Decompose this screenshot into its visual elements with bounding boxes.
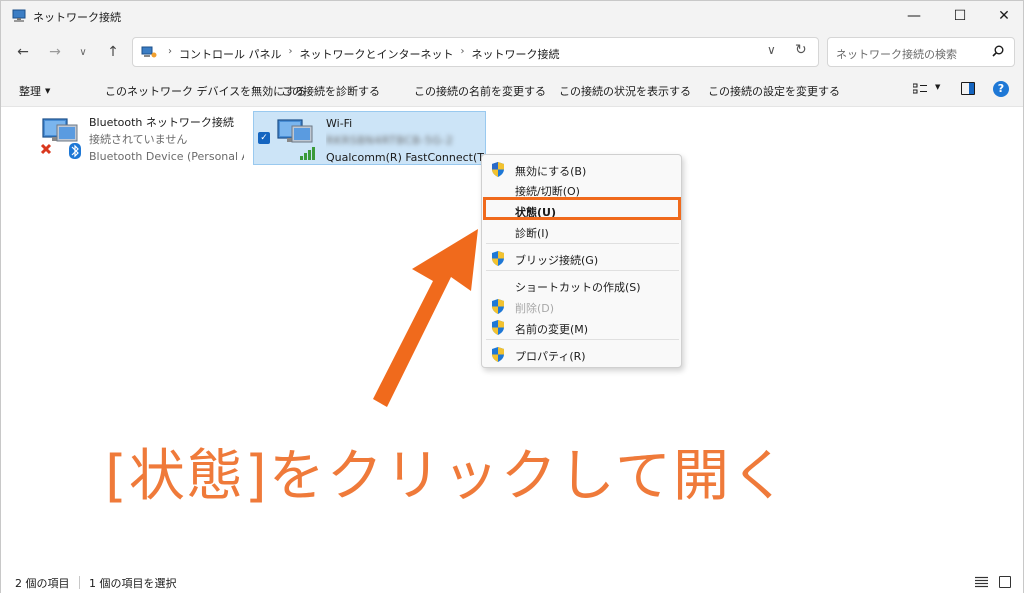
- breadcrumb-network-connections[interactable]: ネットワーク接続: [472, 46, 560, 62]
- context-menu: 無効にする(B) 接続/切断(O) 状態(U) 診断(I) ブリッジ接続(G) …: [481, 154, 682, 368]
- highlight-box: [483, 197, 681, 220]
- control-panel-icon: [141, 46, 157, 58]
- menu-item-disable[interactable]: 無効にする(B): [482, 159, 681, 179]
- command-bar: 整理 ▼ このネットワーク デバイスを無効にする この接続を診断する この接続の名…: [1, 73, 1023, 107]
- up-button[interactable]: ↑: [101, 41, 125, 63]
- connection-text: Bluetooth ネットワーク接続 接続されていません Bluetooth D…: [89, 114, 244, 165]
- title-bar: ネットワーク接続 — ☐ ✕: [1, 1, 1023, 31]
- preview-pane-icon[interactable]: [961, 82, 975, 95]
- connection-status: 接続されていません: [89, 133, 188, 146]
- breadcrumb-control-panel[interactable]: コントロール パネル: [179, 46, 282, 62]
- address-row: ← → ∨ ↑ › コントロール パネル › ネットワークとインターネット › …: [1, 31, 1023, 73]
- minimize-button[interactable]: —: [891, 1, 937, 31]
- organize-label: 整理: [19, 85, 41, 98]
- diagnose-connection-button[interactable]: この接続を診断する: [281, 83, 380, 99]
- uac-shield-icon: [492, 347, 504, 362]
- address-bar[interactable]: › コントロール パネル › ネットワークとインターネット › ネットワーク接続…: [132, 37, 819, 67]
- caret-down-icon[interactable]: ▼: [935, 83, 940, 91]
- organize-button[interactable]: 整理 ▼: [19, 83, 50, 99]
- breadcrumb-separator-icon: ›: [288, 46, 293, 57]
- wifi-adapter-icon: [277, 119, 315, 160]
- uac-shield-icon: [492, 320, 504, 335]
- menu-item-label: 無効にする(B): [515, 165, 587, 178]
- menu-item-properties[interactable]: プロパティ(R): [482, 344, 681, 364]
- forward-button[interactable]: →: [43, 41, 67, 63]
- menu-item-rename[interactable]: 名前の変更(M): [482, 317, 681, 337]
- menu-item-bridge[interactable]: ブリッジ接続(G): [482, 248, 681, 268]
- connection-ssid: RKRSBN4RTBCB-5G-2: [326, 134, 454, 147]
- chevron-down-icon[interactable]: ∨: [767, 43, 776, 57]
- uac-shield-icon: [492, 299, 504, 314]
- close-button[interactable]: ✕: [981, 1, 1024, 31]
- connection-device: Qualcomm(R) FastConnect(T...: [326, 151, 484, 164]
- rename-connection-button[interactable]: この接続の名前を変更する: [414, 83, 546, 99]
- connection-item-bluetooth[interactable]: Bluetooth ネットワーク接続 接続されていません Bluetooth D…: [33, 111, 244, 165]
- search-icon: [992, 45, 1004, 57]
- menu-item-label: ショートカットの作成(S): [515, 281, 641, 294]
- menu-item-label: 削除(D): [515, 302, 555, 315]
- help-icon[interactable]: ?: [993, 81, 1009, 97]
- recent-locations-button[interactable]: ∨: [71, 41, 95, 63]
- status-separator: [79, 576, 80, 589]
- menu-item-create-shortcut[interactable]: ショートカットの作成(S): [482, 275, 681, 295]
- breadcrumb-separator-icon: ›: [460, 46, 465, 57]
- caret-down-icon: ▼: [45, 87, 51, 95]
- uac-shield-icon: [492, 162, 504, 177]
- uac-shield-icon: [492, 251, 504, 266]
- connection-text: Wi-Fi RKRSBN4RTBCB-5G-2 Qualcomm(R) Fast…: [326, 115, 484, 166]
- connection-device: Bluetooth Device (Personal Ar...: [89, 150, 244, 163]
- maximize-button[interactable]: ☐: [937, 1, 983, 31]
- breadcrumb-network-internet[interactable]: ネットワークとインターネット: [300, 46, 454, 62]
- search-input[interactable]: ネットワーク接続の検索: [827, 37, 1015, 67]
- status-bar: 2 個の項目 1 個の項目を選択: [1, 572, 1023, 593]
- menu-item-label: プロパティ(R): [515, 350, 586, 363]
- network-adapter-icon: [40, 118, 81, 159]
- explorer-window: ネットワーク接続 — ☐ ✕ ← → ∨ ↑ › コントロール パネル › ネッ…: [0, 0, 1024, 593]
- item-count: 2 個の項目: [15, 577, 70, 590]
- large-icons-view-icon[interactable]: [999, 576, 1011, 588]
- details-view-icon[interactable]: [975, 576, 988, 588]
- disable-device-button[interactable]: このネットワーク デバイスを無効にする: [105, 83, 306, 99]
- breadcrumb: › コントロール パネル › ネットワークとインターネット › ネットワーク接続: [161, 46, 560, 62]
- annotation-caption: [状態]をクリックして開く: [105, 444, 790, 509]
- menu-item-diagnose[interactable]: 診断(I): [482, 221, 681, 241]
- back-button[interactable]: ←: [11, 41, 35, 63]
- window-title: ネットワーク接続: [33, 11, 121, 24]
- breadcrumb-separator-icon: ›: [168, 46, 172, 57]
- menu-separator: [486, 339, 679, 340]
- menu-separator: [486, 243, 679, 244]
- menu-item-label: 診断(I): [515, 227, 549, 240]
- menu-separator: [486, 270, 679, 271]
- menu-item-delete[interactable]: 削除(D): [482, 296, 681, 316]
- checkbox-checked-icon[interactable]: ✓: [258, 132, 270, 144]
- refresh-icon[interactable]: ↻: [795, 42, 807, 58]
- search-placeholder: ネットワーク接続の検索: [836, 48, 957, 61]
- view-status-button[interactable]: この接続の状況を表示する: [559, 83, 691, 99]
- connection-name: Wi-Fi: [326, 117, 353, 130]
- change-settings-button[interactable]: この接続の設定を変更する: [708, 83, 840, 99]
- network-connections-icon: [12, 9, 26, 22]
- connection-name: Bluetooth ネットワーク接続: [89, 116, 234, 129]
- menu-item-label: 名前の変更(M): [515, 323, 589, 336]
- connection-item-wifi[interactable]: ✓ Wi-Fi RKRSBN4RTBCB-5G-2 Qualcomm(R) Fa…: [253, 111, 486, 165]
- selected-count: 1 個の項目を選択: [89, 577, 177, 590]
- menu-item-label: ブリッジ接続(G): [515, 254, 599, 267]
- view-options-icon[interactable]: [913, 83, 927, 95]
- menu-item-connect-disconnect[interactable]: 接続/切断(O): [482, 179, 681, 199]
